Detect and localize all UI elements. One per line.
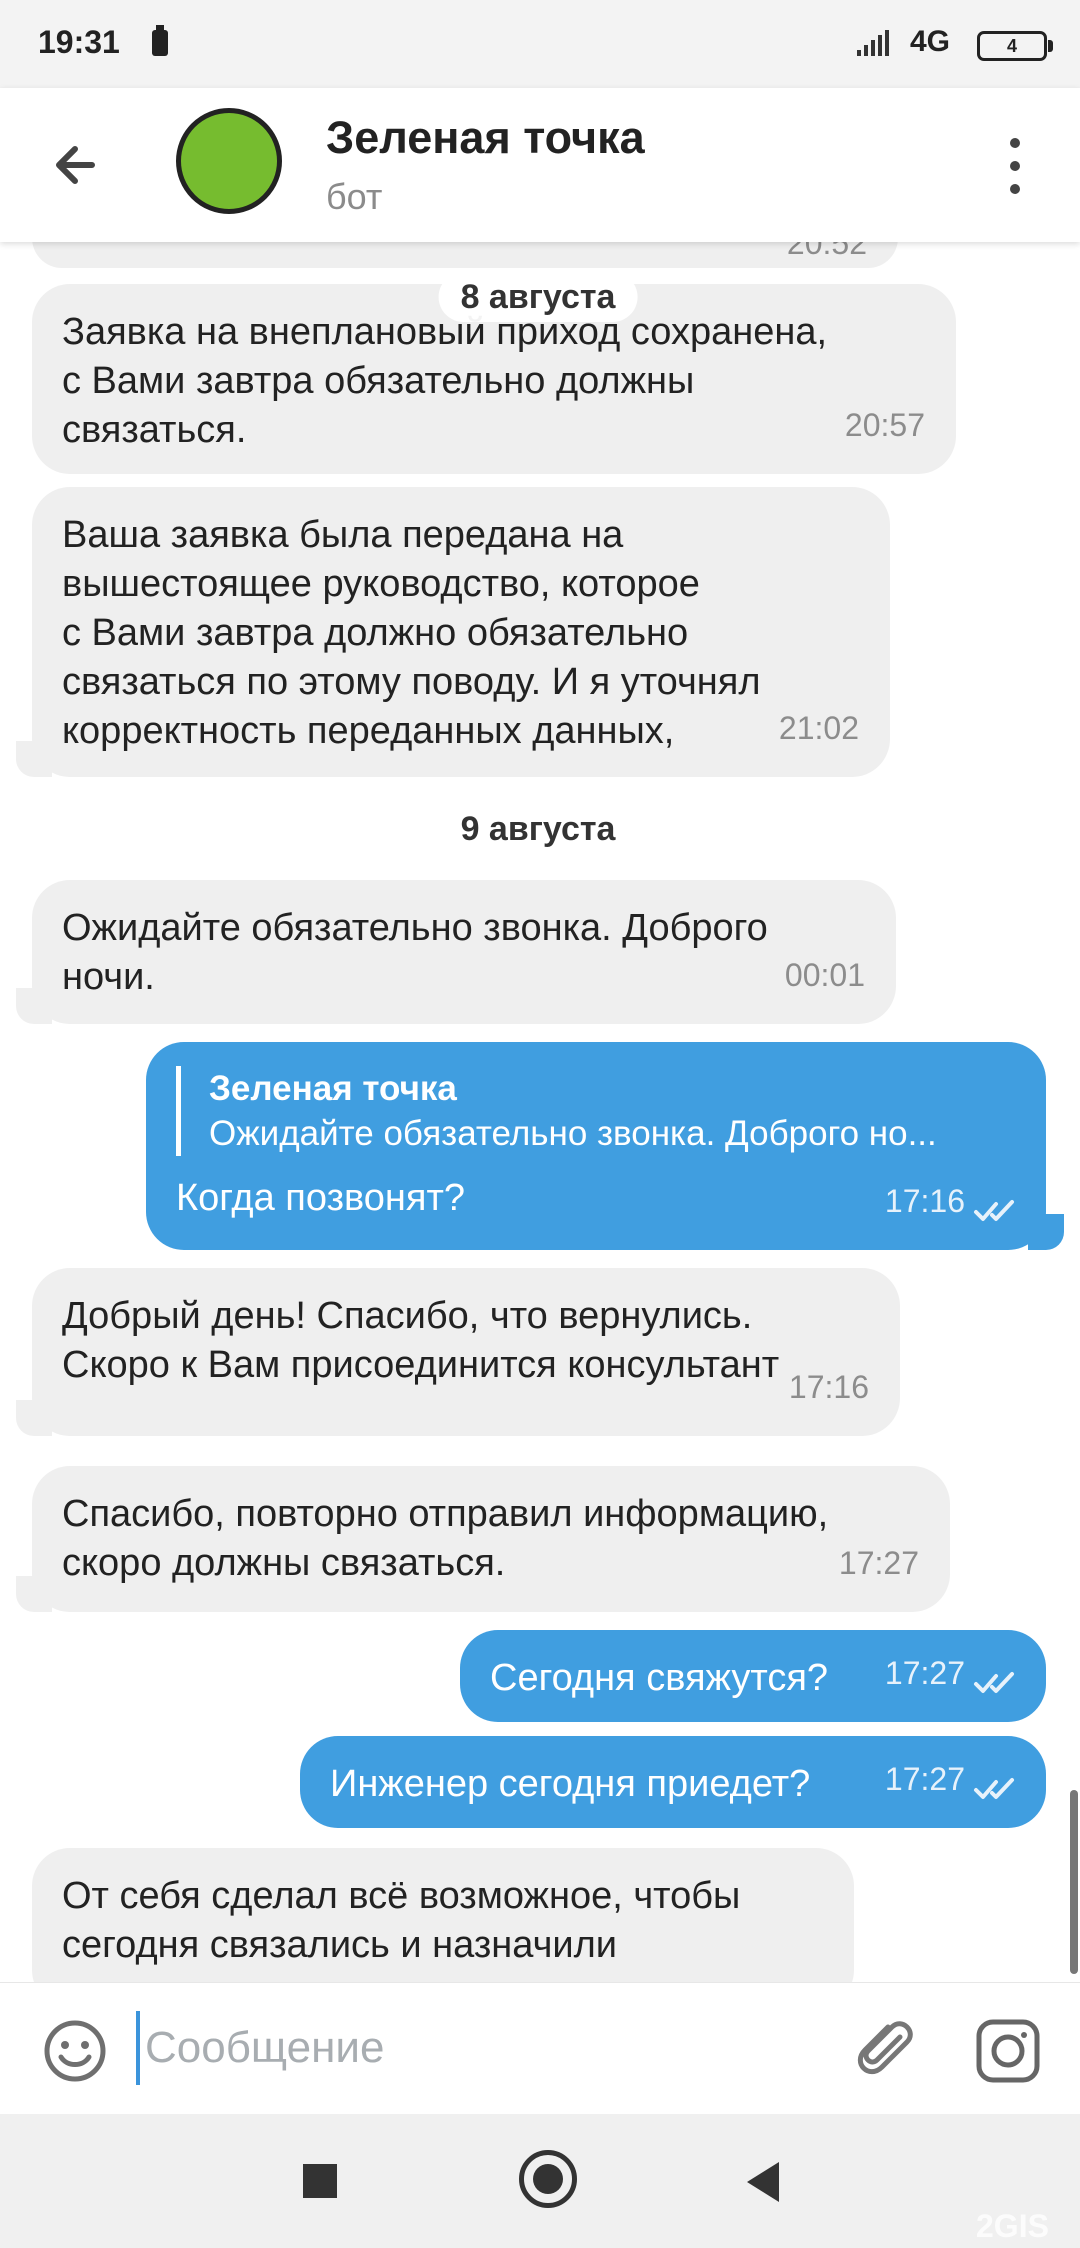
message-bubble-partial[interactable]: 20:52 xyxy=(32,242,898,268)
quoted-reply[interactable]: Зеленая точка Ожидайте обязательно звонк… xyxy=(176,1066,1016,1156)
date-separator: 8 августа xyxy=(438,272,638,322)
message-input[interactable] xyxy=(136,2011,816,2085)
bubble-tail xyxy=(16,1576,52,1612)
signal-bars-icon xyxy=(857,30,889,56)
double-check-icon xyxy=(974,1200,1014,1221)
message-bubble-outgoing[interactable]: Сегодня свяжутся? 17:27 xyxy=(460,1630,1046,1722)
avatar[interactable] xyxy=(176,108,282,214)
message-time: 17:16 xyxy=(788,1369,869,1405)
menu-dot xyxy=(1010,138,1020,148)
message-text: Спасибо, повторно отправил информацию, с… xyxy=(62,1493,829,1584)
message-bubble[interactable]: Спасибо, повторно отправил информацию, с… xyxy=(32,1466,950,1612)
double-check-icon xyxy=(974,1778,1014,1799)
message-time: 20:57 xyxy=(844,407,925,443)
reply-author: Зеленая точка xyxy=(209,1069,457,1108)
message-time: 17:27 xyxy=(838,1545,919,1581)
message-bubble-outgoing[interactable]: Инженер сегодня приедет? 17:27 xyxy=(300,1736,1046,1828)
status-bar: 19:31 4G 4 xyxy=(0,0,1080,88)
watermark: 2GIS xyxy=(976,2208,1049,2244)
bubble-tail xyxy=(16,1400,52,1436)
battery-icon: 4 xyxy=(977,31,1053,61)
bubble-tail xyxy=(16,988,52,1024)
message-composer xyxy=(0,1982,1080,2115)
smiley-icon[interactable] xyxy=(42,2018,108,2084)
message-text: Добрый день! Спасибо, что вернулись. Ско… xyxy=(62,1295,780,1386)
menu-dot xyxy=(1010,184,1020,194)
back-icon[interactable] xyxy=(747,2162,779,2202)
reply-text: Ожидайте обязательно звонка. Доброго но.… xyxy=(209,1114,937,1153)
chat-header: Зеленая точка бот xyxy=(0,88,1080,242)
message-time: 20:52 xyxy=(786,242,867,261)
date-separator: 9 августа xyxy=(438,804,638,854)
double-check-icon xyxy=(974,1672,1014,1693)
message-time: 17:27 xyxy=(884,1761,965,1797)
more-vertical-icon[interactable] xyxy=(1000,136,1030,196)
paperclip-icon[interactable] xyxy=(852,2013,920,2085)
android-navigation-bar xyxy=(0,2114,1080,2248)
message-list[interactable]: 20:52 Заявка на внеплановый приход сохра… xyxy=(0,242,1080,1982)
message-bubble[interactable]: Ваша заявка была передана на вышестоящее… xyxy=(32,487,890,777)
camera-icon[interactable] xyxy=(974,2017,1042,2085)
menu-dot xyxy=(1010,161,1020,171)
status-time: 19:31 xyxy=(38,24,120,60)
message-bubble[interactable]: Ожидайте обязательно звонка. Доброго ноч… xyxy=(32,880,896,1024)
message-text: От себя сделал всё возможное, чтобы сего… xyxy=(62,1875,741,1966)
battery-icon xyxy=(152,25,168,56)
message-text: Заявка на внеплановый приход сохранена, … xyxy=(62,311,828,451)
chat-title[interactable]: Зеленая точка xyxy=(326,112,645,164)
chat-subtitle: бот xyxy=(326,176,383,217)
message-text: Ваша заявка была передана на вышестоящее… xyxy=(62,514,761,752)
network-type: 4G xyxy=(910,25,951,58)
bubble-tail-outgoing xyxy=(1028,1214,1064,1250)
bubble-tail xyxy=(16,741,52,777)
message-time: 00:01 xyxy=(784,957,865,993)
battery-level: 4 xyxy=(1006,36,1017,56)
message-bubble[interactable]: От себя сделал всё возможное, чтобы сего… xyxy=(32,1848,854,1982)
chat-scrollbar[interactable] xyxy=(1070,1790,1078,1974)
home-icon[interactable] xyxy=(519,2150,577,2208)
recent-apps-icon[interactable] xyxy=(303,2164,337,2198)
message-text: Ожидайте обязательно звонка. Доброго ноч… xyxy=(62,907,768,998)
message-bubble[interactable]: Добрый день! Спасибо, что вернулись. Ско… xyxy=(32,1268,900,1436)
message-time: 17:16 xyxy=(884,1183,965,1219)
arrow-left-icon[interactable] xyxy=(44,132,110,198)
message-time: 17:27 xyxy=(884,1655,965,1691)
message-bubble-outgoing[interactable]: Зеленая точка Ожидайте обязательно звонк… xyxy=(146,1042,1046,1250)
message-time: 21:02 xyxy=(778,710,859,746)
